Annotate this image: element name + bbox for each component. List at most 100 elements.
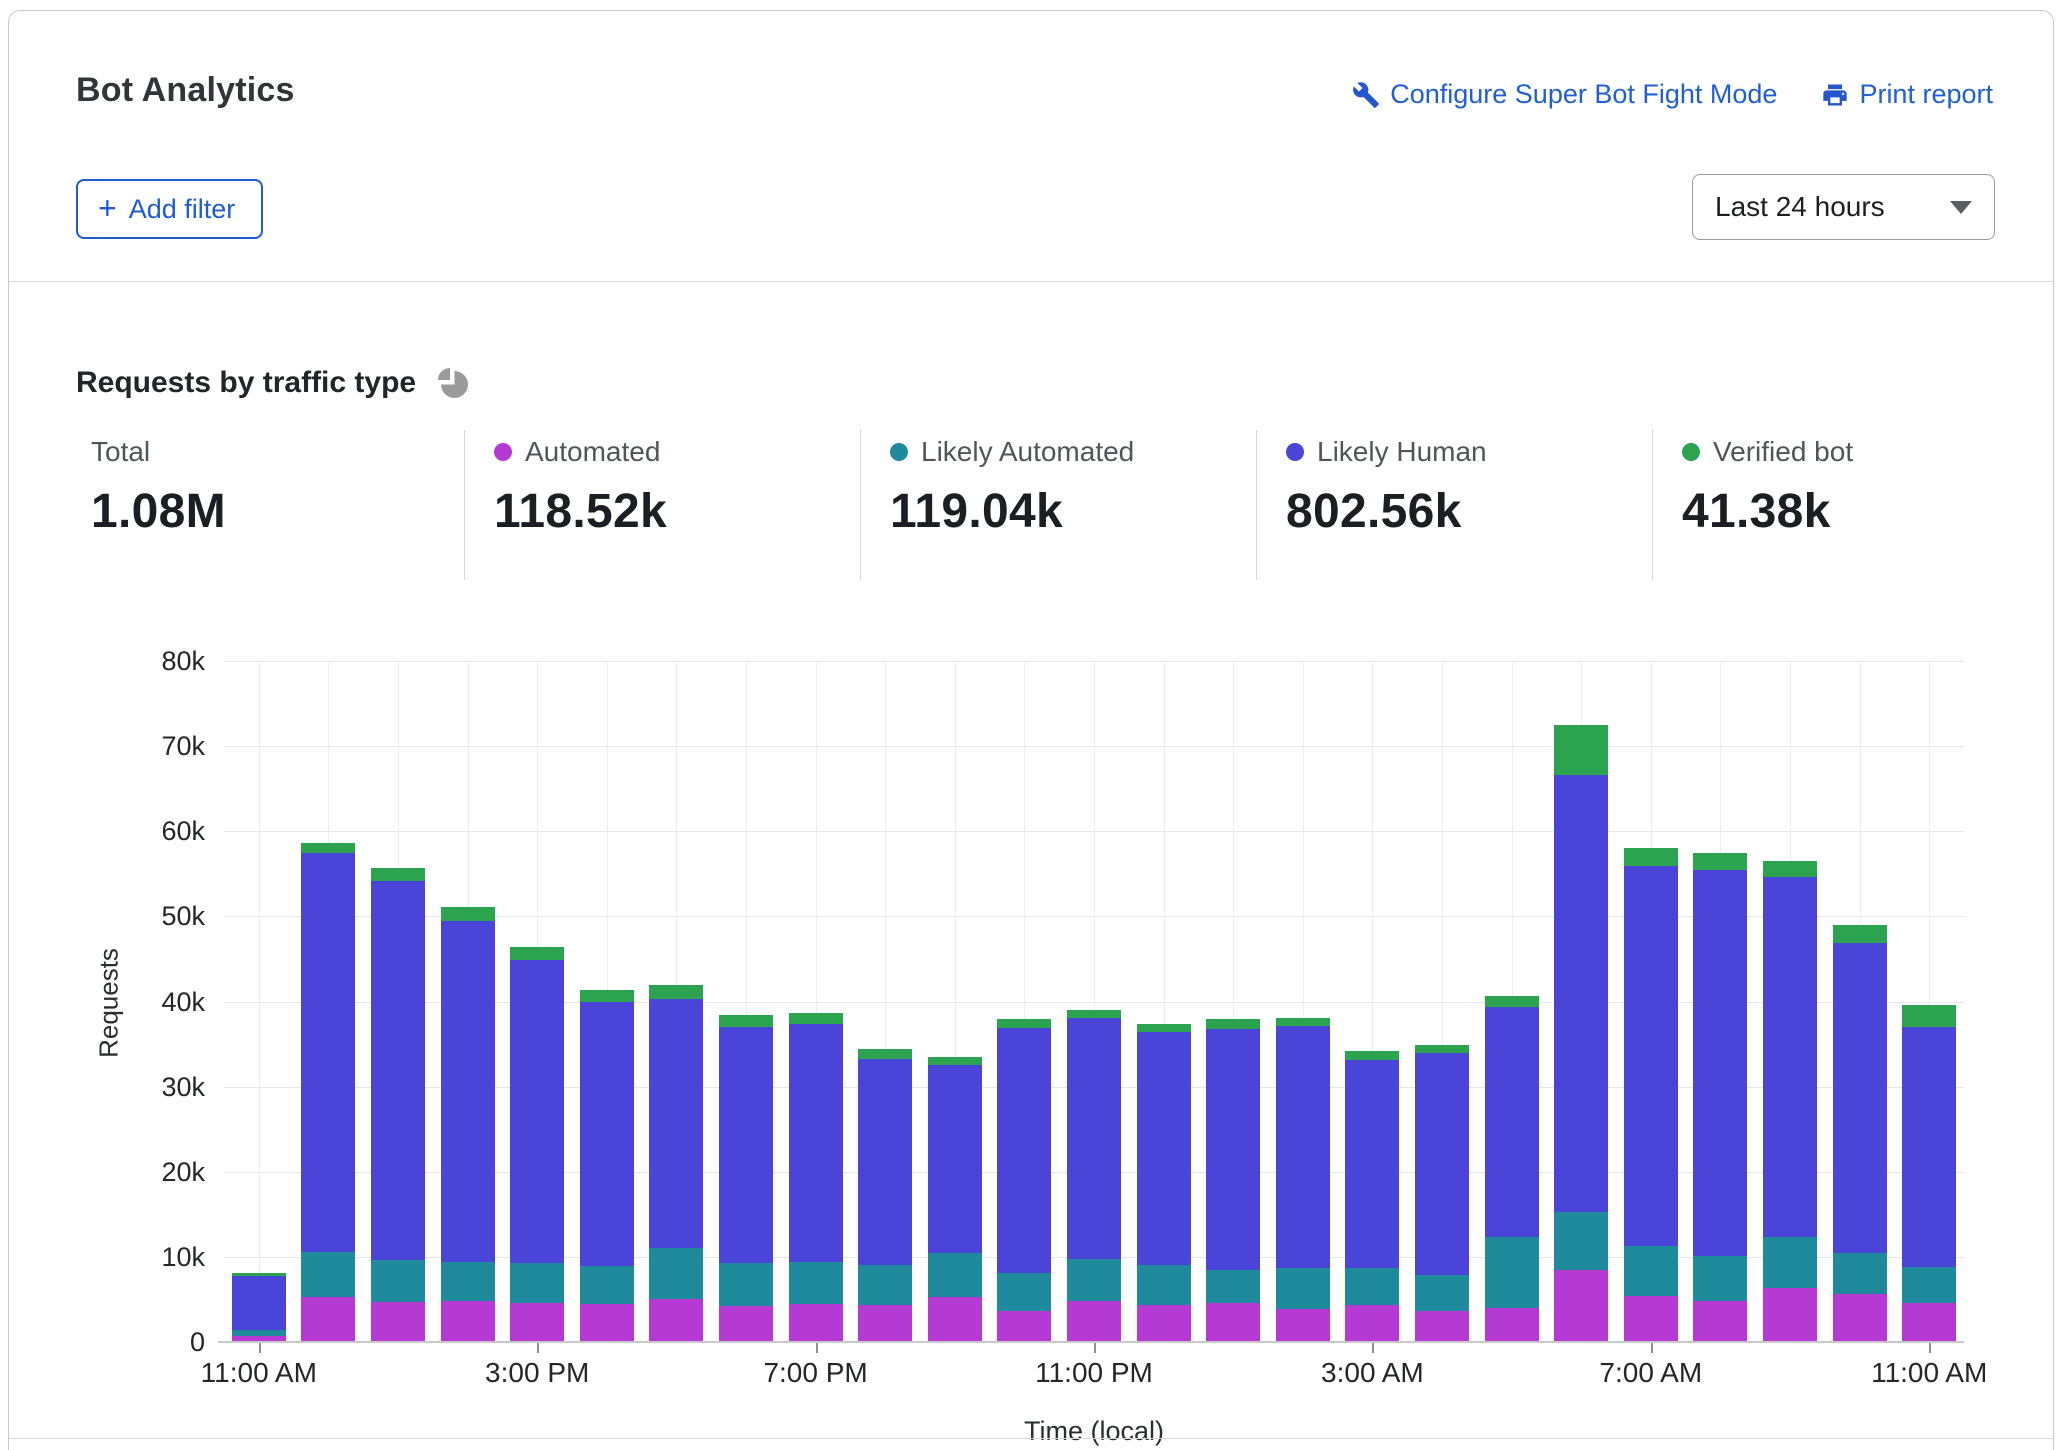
bar-700pm[interactable] xyxy=(789,1013,843,1342)
x-tick-label: 11:00 AM xyxy=(1871,1357,1987,1389)
bar-500am[interactable] xyxy=(1485,996,1539,1342)
bar-segment-automated xyxy=(1693,1301,1747,1342)
bar-200pm[interactable] xyxy=(441,907,495,1342)
bar-segment-likely-automated xyxy=(719,1263,773,1306)
bar-100pm[interactable] xyxy=(371,868,425,1342)
bar-segment-verified-bot xyxy=(580,990,634,1001)
bar-segment-verified-bot xyxy=(719,1015,773,1027)
bar-segment-likely-automated xyxy=(1276,1268,1330,1309)
bar-800pm[interactable] xyxy=(858,1049,912,1342)
bar-segment-likely-human xyxy=(858,1059,912,1266)
pie-chart-icon xyxy=(438,368,468,398)
bar-segment-likely-human xyxy=(1485,1007,1539,1238)
stat-total: Total 1.08M xyxy=(91,436,226,539)
bar-500pm[interactable] xyxy=(649,985,703,1342)
bar-segment-likely-human xyxy=(1345,1060,1399,1268)
bar-300pm[interactable] xyxy=(510,947,564,1342)
y-tick-label: 0 xyxy=(9,1327,205,1358)
y-tick-label: 50k xyxy=(9,901,205,932)
stat-divider xyxy=(464,430,465,580)
configure-super-bot-fight-mode-link[interactable]: Configure Super Bot Fight Mode xyxy=(1352,79,1777,110)
add-filter-button[interactable]: + Add filter xyxy=(76,179,263,239)
bar-900am[interactable] xyxy=(1763,861,1817,1342)
bar-segment-automated xyxy=(1902,1303,1956,1342)
y-tick-label: 60k xyxy=(9,816,205,847)
bar-segment-likely-human xyxy=(928,1065,982,1254)
bar-segment-likely-automated xyxy=(1624,1246,1678,1296)
bar-1100am[interactable] xyxy=(1902,1005,1956,1342)
bar-segment-likely-automated xyxy=(858,1265,912,1304)
x-tick-mark xyxy=(1094,1343,1096,1353)
bar-segment-automated xyxy=(1624,1296,1678,1342)
bar-600am[interactable] xyxy=(1554,725,1608,1342)
bar-segment-verified-bot xyxy=(1763,861,1817,877)
bar-segment-automated xyxy=(1206,1303,1260,1342)
bar-segment-likely-human xyxy=(441,921,495,1262)
bar-segment-verified-bot xyxy=(441,907,495,921)
bar-segment-verified-bot xyxy=(1624,848,1678,866)
stacked-bar-chart: 11:00 AM3:00 PM7:00 PM11:00 PM3:00 AM7:0… xyxy=(224,662,1964,1343)
bar-800am[interactable] xyxy=(1693,853,1747,1342)
bar-1000am[interactable] xyxy=(1833,925,1887,1342)
bar-1100pm[interactable] xyxy=(1067,1010,1121,1342)
y-tick-label: 30k xyxy=(9,1072,205,1103)
y-axis-tick-labels: 010k20k30k40k50k60k70k80k xyxy=(9,662,205,1343)
bar-300am[interactable] xyxy=(1345,1051,1399,1342)
y-tick-label: 40k xyxy=(9,987,205,1018)
bar-segment-verified-bot xyxy=(1693,853,1747,870)
time-range-select[interactable]: Last 24 hours xyxy=(1692,174,1995,240)
stat-value: 1.08M xyxy=(91,484,226,539)
bar-segment-automated xyxy=(928,1297,982,1342)
x-tick-mark xyxy=(816,1343,818,1353)
x-tick-mark xyxy=(1651,1343,1653,1353)
bar-segment-likely-human xyxy=(1554,775,1608,1212)
stat-divider xyxy=(860,430,861,580)
bar-segment-likely-automated xyxy=(997,1273,1051,1310)
bar-1100am[interactable] xyxy=(232,1273,286,1342)
bar-segment-likely-human xyxy=(1902,1027,1956,1267)
bar-900pm[interactable] xyxy=(928,1057,982,1342)
bar-400pm[interactable] xyxy=(580,990,634,1342)
bar-segment-likely-human xyxy=(1693,870,1747,1256)
bar-segment-automated xyxy=(858,1305,912,1342)
x-tick-label: 3:00 PM xyxy=(485,1357,589,1389)
bar-segment-likely-human xyxy=(997,1028,1051,1273)
bar-segment-automated xyxy=(1833,1294,1887,1342)
bar-segment-verified-bot xyxy=(789,1013,843,1024)
bar-segment-likely-automated xyxy=(1763,1237,1817,1287)
bar-segment-likely-automated xyxy=(1485,1237,1539,1308)
bar-400am[interactable] xyxy=(1415,1045,1469,1342)
stat-divider xyxy=(1256,430,1257,580)
x-tick-mark xyxy=(1929,1343,1931,1353)
bar-1200am[interactable] xyxy=(1137,1024,1191,1342)
verified-bot-dot-icon xyxy=(1682,443,1700,461)
bar-600pm[interactable] xyxy=(719,1015,773,1342)
bar-100am[interactable] xyxy=(1206,1019,1260,1342)
bar-segment-verified-bot xyxy=(1345,1051,1399,1060)
stat-label: Verified bot xyxy=(1713,436,1853,468)
bar-segment-automated xyxy=(1763,1288,1817,1342)
bar-200am[interactable] xyxy=(1276,1018,1330,1342)
bar-segment-likely-human xyxy=(371,881,425,1261)
bar-segment-automated xyxy=(580,1304,634,1342)
bar-segment-verified-bot xyxy=(1902,1005,1956,1027)
stat-verified-bot: Verified bot 41.38k xyxy=(1682,436,1853,539)
y-tick-label: 20k xyxy=(9,1157,205,1188)
bar-segment-likely-human xyxy=(1067,1018,1121,1260)
bar-segment-likely-automated xyxy=(1693,1256,1747,1301)
bar-segment-likely-automated xyxy=(441,1262,495,1301)
bar-1200pm[interactable] xyxy=(301,843,355,1342)
bar-segment-verified-bot xyxy=(1067,1010,1121,1018)
bar-segment-verified-bot xyxy=(510,947,564,960)
bar-segment-verified-bot xyxy=(649,985,703,999)
bar-segment-automated xyxy=(1415,1311,1469,1342)
bar-segment-likely-human xyxy=(1276,1026,1330,1268)
bar-segment-likely-human xyxy=(510,960,564,1263)
bar-segment-verified-bot xyxy=(1485,996,1539,1007)
bar-700am[interactable] xyxy=(1624,848,1678,1342)
bar-1000pm[interactable] xyxy=(997,1019,1051,1342)
bar-segment-likely-automated xyxy=(371,1260,425,1302)
bar-segment-likely-automated xyxy=(510,1263,564,1303)
bar-segment-likely-automated xyxy=(1067,1259,1121,1301)
print-report-link[interactable]: Print report xyxy=(1821,79,1993,110)
